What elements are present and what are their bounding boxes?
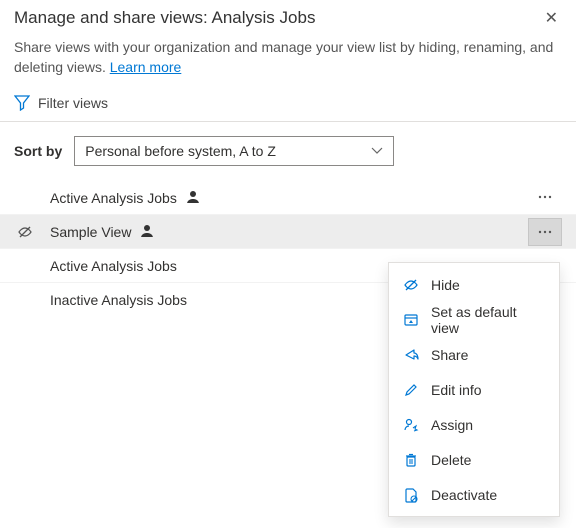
deactivate-icon	[403, 487, 419, 503]
person-icon	[185, 190, 199, 206]
learn-more-link[interactable]: Learn more	[110, 59, 182, 75]
menu-item-label: Share	[431, 347, 468, 363]
default-icon	[403, 312, 419, 328]
menu-item-label: Delete	[431, 452, 471, 468]
view-row[interactable]: Active Analysis Jobs	[0, 180, 576, 214]
menu-item-hide[interactable]: Hide	[389, 267, 559, 302]
hidden-icon	[17, 224, 33, 240]
filter-views-button[interactable]: Filter views	[0, 77, 576, 122]
close-icon[interactable]: ✕	[541, 8, 562, 28]
context-menu: Hide Set as default view Share Edit info Ass…	[388, 262, 560, 517]
menu-item-label: Edit info	[431, 382, 482, 398]
view-name: Sample View	[50, 223, 528, 240]
menu-item-label: Deactivate	[431, 487, 497, 503]
menu-item-label: Assign	[431, 417, 473, 433]
menu-item-edit[interactable]: Edit info	[389, 372, 559, 407]
menu-item-assign[interactable]: Assign	[389, 407, 559, 442]
menu-item-share[interactable]: Share	[389, 337, 559, 372]
hide-icon	[403, 277, 419, 293]
sort-value: Personal before system, A to Z	[85, 143, 276, 159]
filter-icon	[14, 95, 30, 111]
menu-item-label: Set as default view	[431, 304, 545, 336]
person-icon	[139, 224, 153, 240]
sort-by-label: Sort by	[14, 143, 62, 159]
dialog-title: Manage and share views: Analysis Jobs	[14, 8, 541, 28]
filter-label: Filter views	[38, 95, 108, 111]
more-actions-button[interactable]	[528, 218, 562, 246]
description-text: Share views with your organization and m…	[14, 39, 553, 75]
share-icon	[403, 347, 419, 363]
assign-icon	[403, 417, 419, 433]
menu-item-delete[interactable]: Delete	[389, 442, 559, 477]
menu-item-deactivate[interactable]: Deactivate	[389, 477, 559, 512]
edit-icon	[403, 382, 419, 398]
more-icon	[537, 189, 553, 205]
more-actions-button[interactable]	[528, 183, 562, 211]
view-name: Active Analysis Jobs	[50, 189, 528, 206]
menu-item-label: Hide	[431, 277, 460, 293]
more-icon	[537, 224, 553, 240]
menu-item-default[interactable]: Set as default view	[389, 302, 559, 337]
chevron-down-icon	[371, 147, 383, 155]
view-row[interactable]: Sample View	[0, 214, 576, 248]
dialog-description: Share views with your organization and m…	[0, 28, 576, 77]
delete-icon	[403, 452, 419, 468]
sort-select[interactable]: Personal before system, A to Z	[74, 136, 394, 166]
